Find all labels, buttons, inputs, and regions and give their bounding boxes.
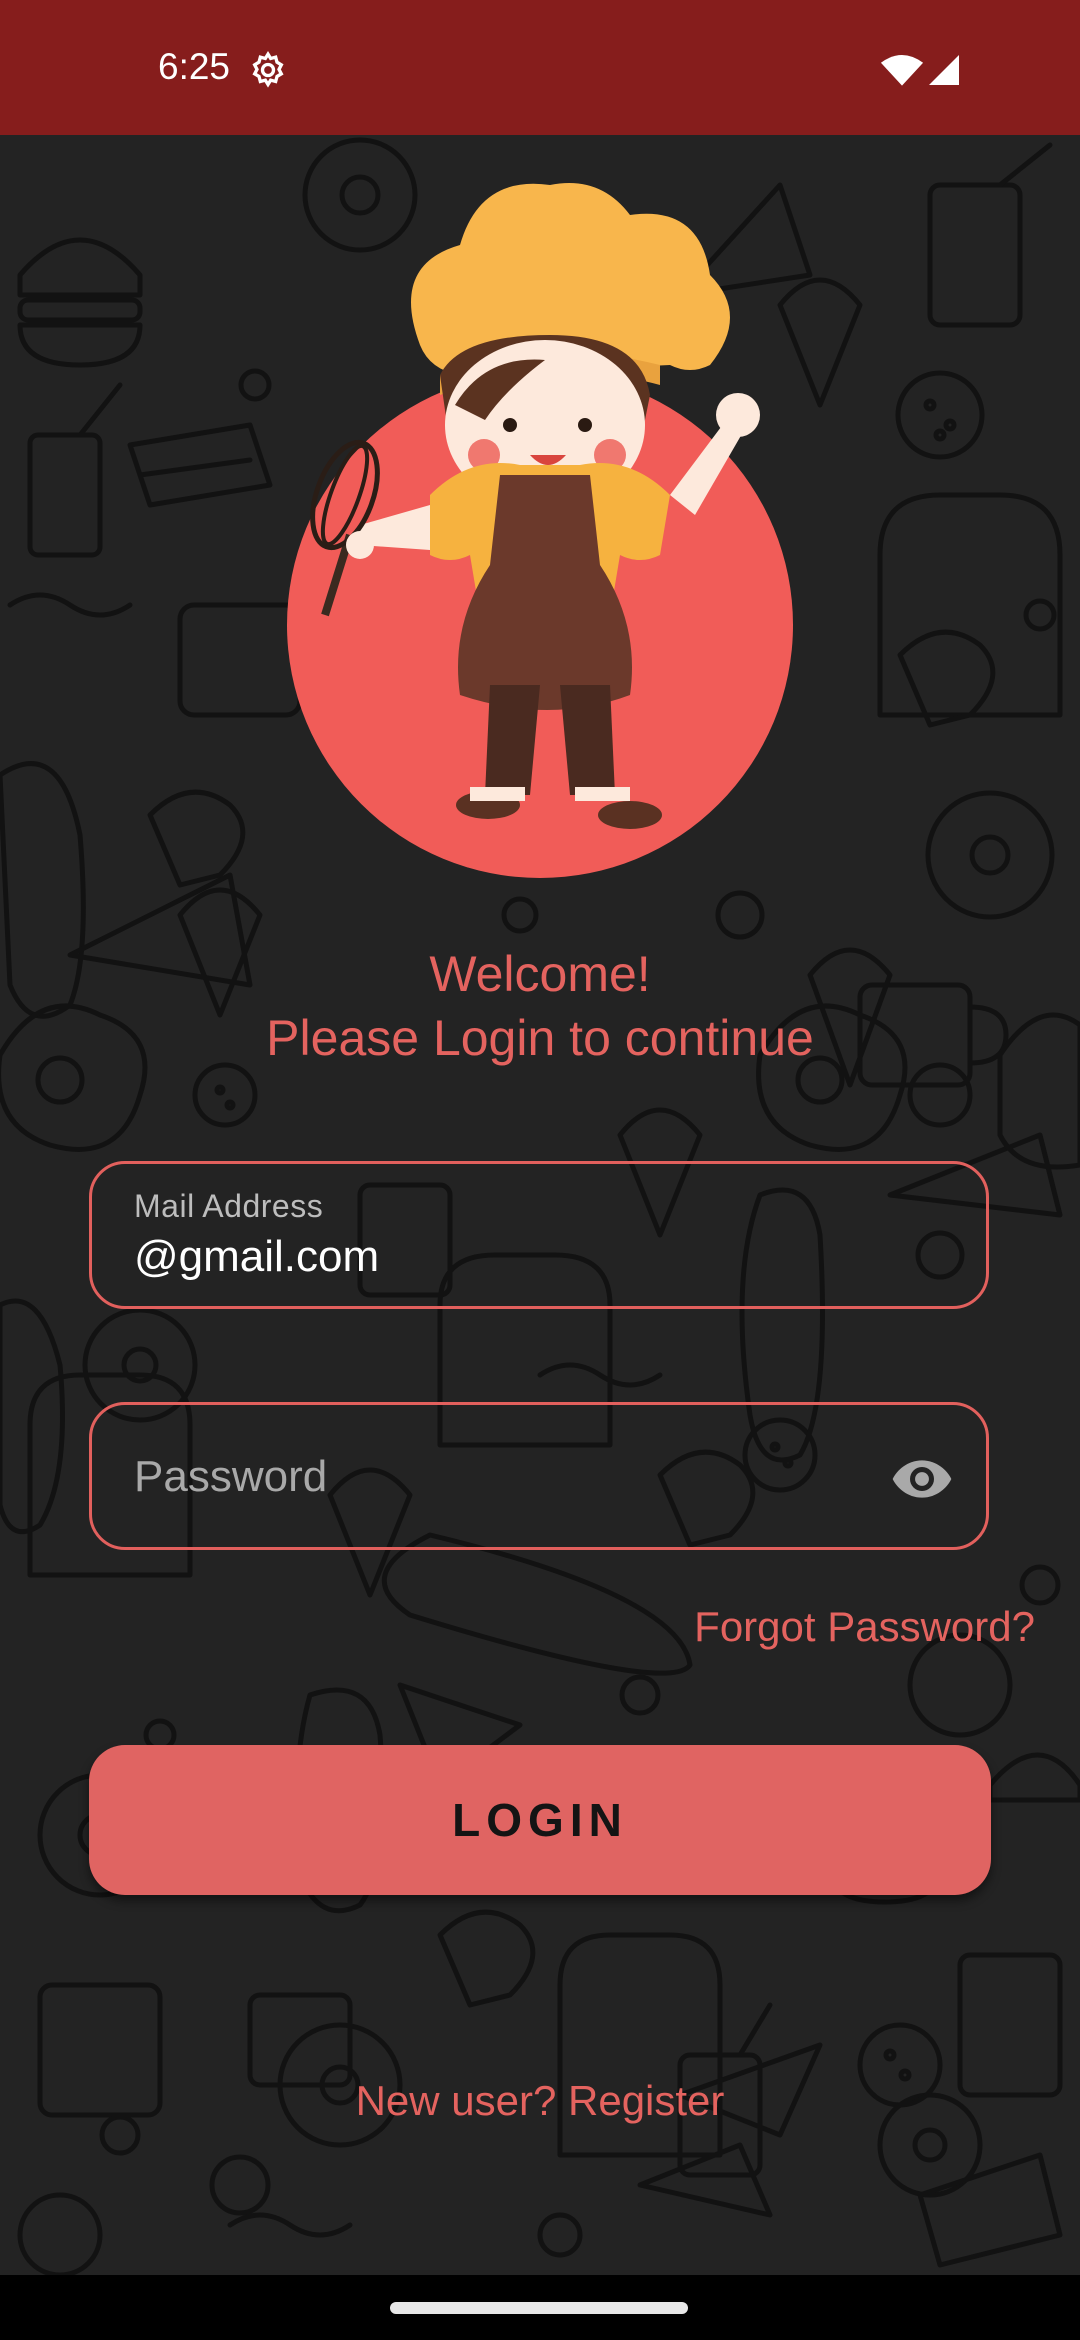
password-field[interactable]: Password xyxy=(89,1402,989,1550)
login-button-label: LOGIN xyxy=(452,1794,628,1846)
password-field-placeholder: Password xyxy=(134,1452,328,1501)
login-screen: 6:25 Welcome! Please Login to continue M… xyxy=(0,0,1080,2340)
chef-illustration xyxy=(287,183,793,878)
cell-signal-icon xyxy=(929,55,959,85)
email-field-label: Mail Address xyxy=(134,1188,324,1224)
welcome-heading: Welcome! xyxy=(429,946,651,1002)
register-link[interactable]: New user? Register xyxy=(0,2077,1080,2125)
forgot-password-link[interactable]: Forgot Password? xyxy=(694,1603,1035,1651)
status-bar: 6:25 xyxy=(0,0,1080,135)
welcome-subheading: Please Login to continue xyxy=(266,1010,814,1066)
home-gesture-handle[interactable] xyxy=(390,2302,688,2314)
eye-icon[interactable] xyxy=(890,1447,954,1511)
email-field[interactable]: Mail Address @gmail.com xyxy=(89,1161,989,1309)
login-button[interactable]: LOGIN xyxy=(89,1745,991,1895)
status-time: 6:25 xyxy=(158,46,231,87)
wifi-icon xyxy=(880,54,924,86)
gear-icon xyxy=(252,50,284,88)
email-field-value[interactable]: @gmail.com xyxy=(134,1232,379,1282)
